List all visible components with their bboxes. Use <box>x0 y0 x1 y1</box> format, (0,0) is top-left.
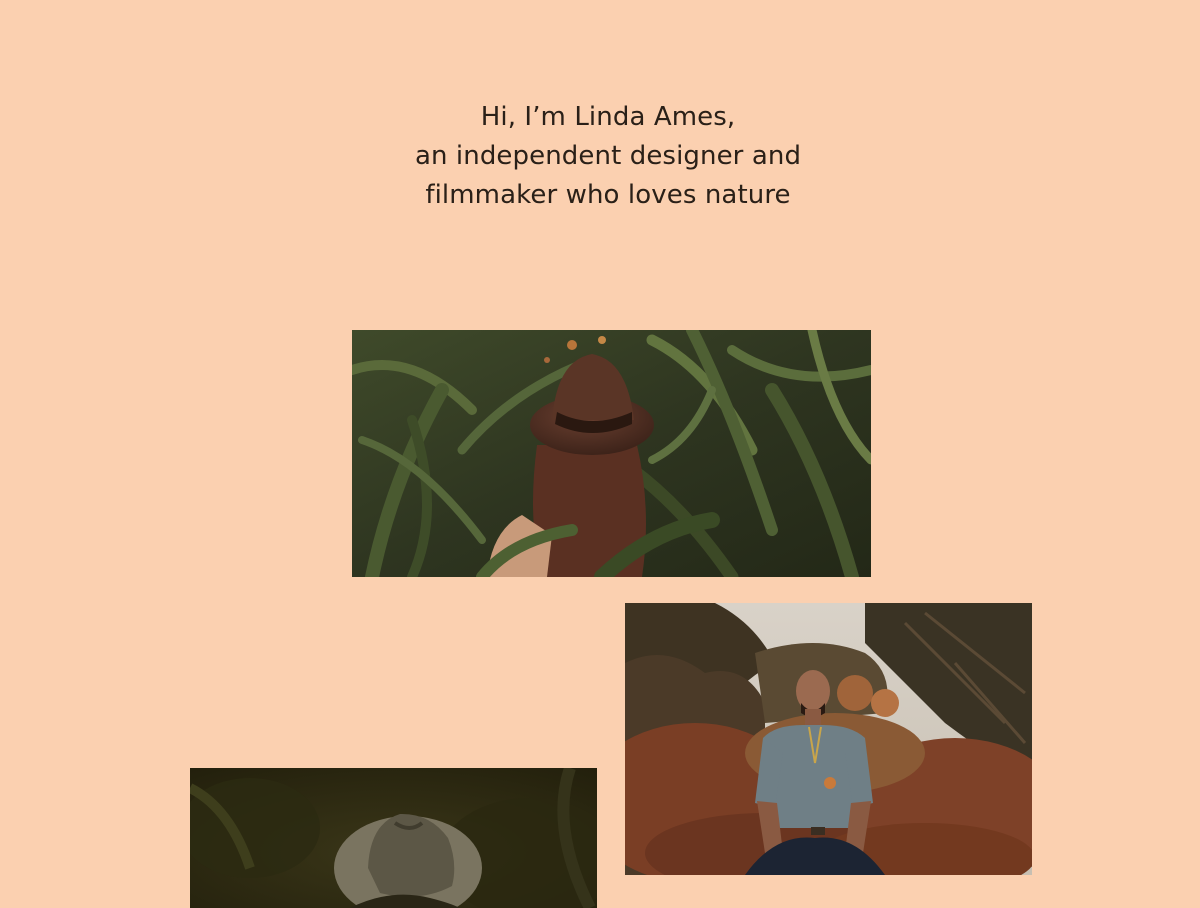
gallery-photo-grey-hat[interactable] <box>190 768 597 908</box>
intro-line-1: Hi, I’m Linda Ames, <box>480 102 736 132</box>
grey-hat-image <box>190 768 597 908</box>
autumn-portrait-image <box>625 603 1032 875</box>
cornfield-image <box>352 330 871 577</box>
intro-heading: Hi, I’m Linda Ames, an independent desig… <box>0 98 1200 215</box>
gallery-photo-cornfield[interactable] <box>352 330 871 577</box>
intro-line-3: filmmaker who loves nature <box>425 180 791 210</box>
intro-line-2: an independent designer and <box>414 141 802 171</box>
gallery-photo-autumn-portrait[interactable] <box>625 603 1032 875</box>
